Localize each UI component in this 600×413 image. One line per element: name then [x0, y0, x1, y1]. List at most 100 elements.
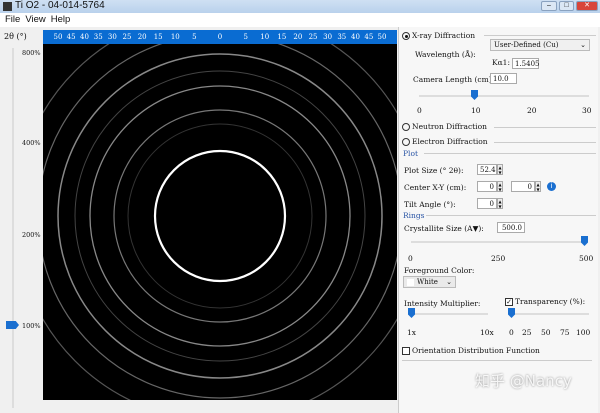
tick-label: 10x — [480, 328, 494, 337]
info-icon[interactable]: i — [547, 182, 556, 191]
zoom-label: 100% — [22, 322, 41, 330]
transparency-checkbox[interactable]: ✓ Transparency (%): — [505, 297, 585, 306]
crystallite-size-label: Crystallite Size (A▼): — [404, 224, 484, 233]
camera-length-thumb[interactable] — [471, 90, 478, 100]
ruler-tick-label: 35 — [337, 33, 347, 41]
tick-label: 20 — [527, 106, 537, 115]
plot-size-label: Plot Size (° 2θ): — [404, 166, 464, 175]
ruler-tick-label: 50 — [53, 33, 63, 41]
tick-label: 0 — [509, 328, 514, 337]
close-button[interactable]: ✕ — [576, 1, 598, 11]
ka1-input[interactable]: 1.5405 — [512, 58, 540, 69]
window-title: Ti O2 - 04-014-5764 — [15, 0, 105, 11]
two-theta-ruler: 50 45 40 35 30 25 20 15 10 5 0 5 10 15 20 25 30 35 40 45 50 — [43, 30, 397, 44]
transparency-track[interactable] — [509, 313, 589, 315]
camera-length-label: Camera Length (cm): — [413, 75, 495, 84]
diffraction-pattern-view[interactable] — [43, 44, 397, 400]
zoom-label: 400% — [22, 139, 41, 147]
plot-size-input[interactable]: 52.4 — [477, 164, 497, 175]
ruler-tick-label: 40 — [80, 33, 89, 41]
plot-size-spinner[interactable]: ▲ ▼ — [497, 164, 503, 175]
camera-length-input[interactable]: 10.0 — [490, 73, 517, 84]
ring — [74, 70, 366, 362]
center-x-input[interactable]: 0 — [477, 181, 497, 192]
ring — [43, 44, 397, 399]
center-xy-label: Center X-Y (cm): — [404, 183, 467, 192]
center-y-spinner[interactable]: ▲ ▼ — [535, 181, 541, 192]
electron-radio[interactable]: Electron Diffraction — [402, 137, 488, 146]
ruler-tick-label: 20 — [137, 33, 147, 41]
tick-label: 25 — [522, 328, 532, 337]
ruler-tick-label: 5 — [243, 33, 248, 41]
ruler-tick-label: 25 — [122, 33, 132, 41]
ka1-label: Kα1: — [492, 58, 510, 67]
wavelength-label: Wavelength (Å): — [415, 50, 476, 59]
wavelength-select[interactable]: User-Defined (Cu) ⌄ — [490, 39, 590, 51]
app-icon — [3, 2, 12, 11]
zoom-label: 200% — [22, 231, 41, 239]
ruler-tick-label: 40 — [351, 33, 360, 41]
zoom-track[interactable] — [12, 48, 14, 408]
tick-label: 30 — [582, 106, 592, 115]
foreground-color-select[interactable]: White ⌄ — [403, 276, 456, 288]
foreground-color-label: Foreground Color: — [404, 266, 475, 275]
ring — [113, 109, 327, 323]
tick-label: 0 — [408, 254, 413, 263]
zoom-label: 800% — [22, 49, 41, 57]
ruler-tick-label: 15 — [277, 33, 287, 41]
ruler-tick-label: 50 — [377, 33, 387, 41]
tick-label: 0 — [417, 106, 422, 115]
xray-radio[interactable]: X-ray Diffraction — [402, 31, 475, 40]
tick-label: 1x — [407, 328, 417, 337]
settings-panel: X-ray Diffraction Wavelength (Å): User-D… — [398, 27, 598, 413]
ring — [89, 85, 351, 347]
menu-view[interactable]: View — [25, 14, 45, 25]
camera-length-track[interactable] — [419, 95, 589, 97]
tilt-angle-input[interactable]: 0 — [477, 198, 497, 209]
zoom-slider[interactable] — [0, 44, 43, 413]
plot-section-title: Plot — [403, 149, 418, 158]
crystallite-size-input[interactable]: 500.0 — [497, 222, 525, 233]
tick-label: 75 — [560, 328, 570, 337]
center-y-input[interactable]: 0 — [511, 181, 535, 192]
ruler-tick-label: 45 — [66, 33, 76, 41]
odf-checkbox[interactable]: Orientation Distribution Function — [402, 346, 540, 355]
ring — [153, 149, 287, 283]
diffraction-rings — [43, 44, 397, 400]
ruler-tick-label: 15 — [153, 33, 163, 41]
ruler-tick-label: 20 — [293, 33, 303, 41]
ruler-tick-label: 35 — [93, 33, 103, 41]
ruler-tick-label: 25 — [308, 33, 318, 41]
tick-label: 250 — [491, 254, 506, 263]
intensity-thumb[interactable] — [408, 308, 415, 318]
ruler-tick-label: 45 — [364, 33, 374, 41]
menu-bar: File View Help — [0, 13, 600, 27]
ring — [57, 53, 383, 379]
intensity-multiplier-label: Intensity Multiplier: — [404, 299, 481, 308]
ruler-label: 2θ (°) — [4, 32, 27, 41]
transparency-thumb[interactable] — [508, 308, 515, 318]
ruler-tick-label: 5 — [192, 33, 197, 41]
menu-file[interactable]: File — [5, 14, 20, 25]
minimize-button[interactable]: – — [541, 1, 557, 11]
watermark: 知乎 @Nancy — [475, 372, 572, 390]
neutron-radio[interactable]: Neutron Diffraction — [402, 122, 487, 131]
tick-label: 100 — [576, 328, 591, 337]
tick-label: 500 — [579, 254, 594, 263]
ruler-tick-label: 0 — [217, 33, 223, 41]
ruler-tick-label: 30 — [323, 33, 333, 41]
ruler-tick-label: 10 — [260, 33, 270, 41]
center-x-spinner[interactable]: ▲ ▼ — [497, 181, 503, 192]
tilt-angle-label: Tilt Angle (°): — [404, 200, 456, 209]
ruler-tick-label: 30 — [107, 33, 117, 41]
title-bar: Ti O2 - 04-014-5764 – □ ✕ — [0, 0, 600, 13]
intensity-track[interactable] — [408, 313, 488, 315]
ruler-tick-label: 10 — [170, 33, 180, 41]
tick-label: 50 — [541, 328, 551, 337]
crystallite-size-thumb[interactable] — [581, 236, 588, 246]
rings-section-title: Rings — [403, 211, 425, 220]
crystallite-size-track[interactable] — [411, 241, 587, 243]
menu-help[interactable]: Help — [51, 14, 71, 25]
maximize-button[interactable]: □ — [559, 1, 574, 11]
tilt-angle-spinner[interactable]: ▲ ▼ — [497, 198, 503, 209]
